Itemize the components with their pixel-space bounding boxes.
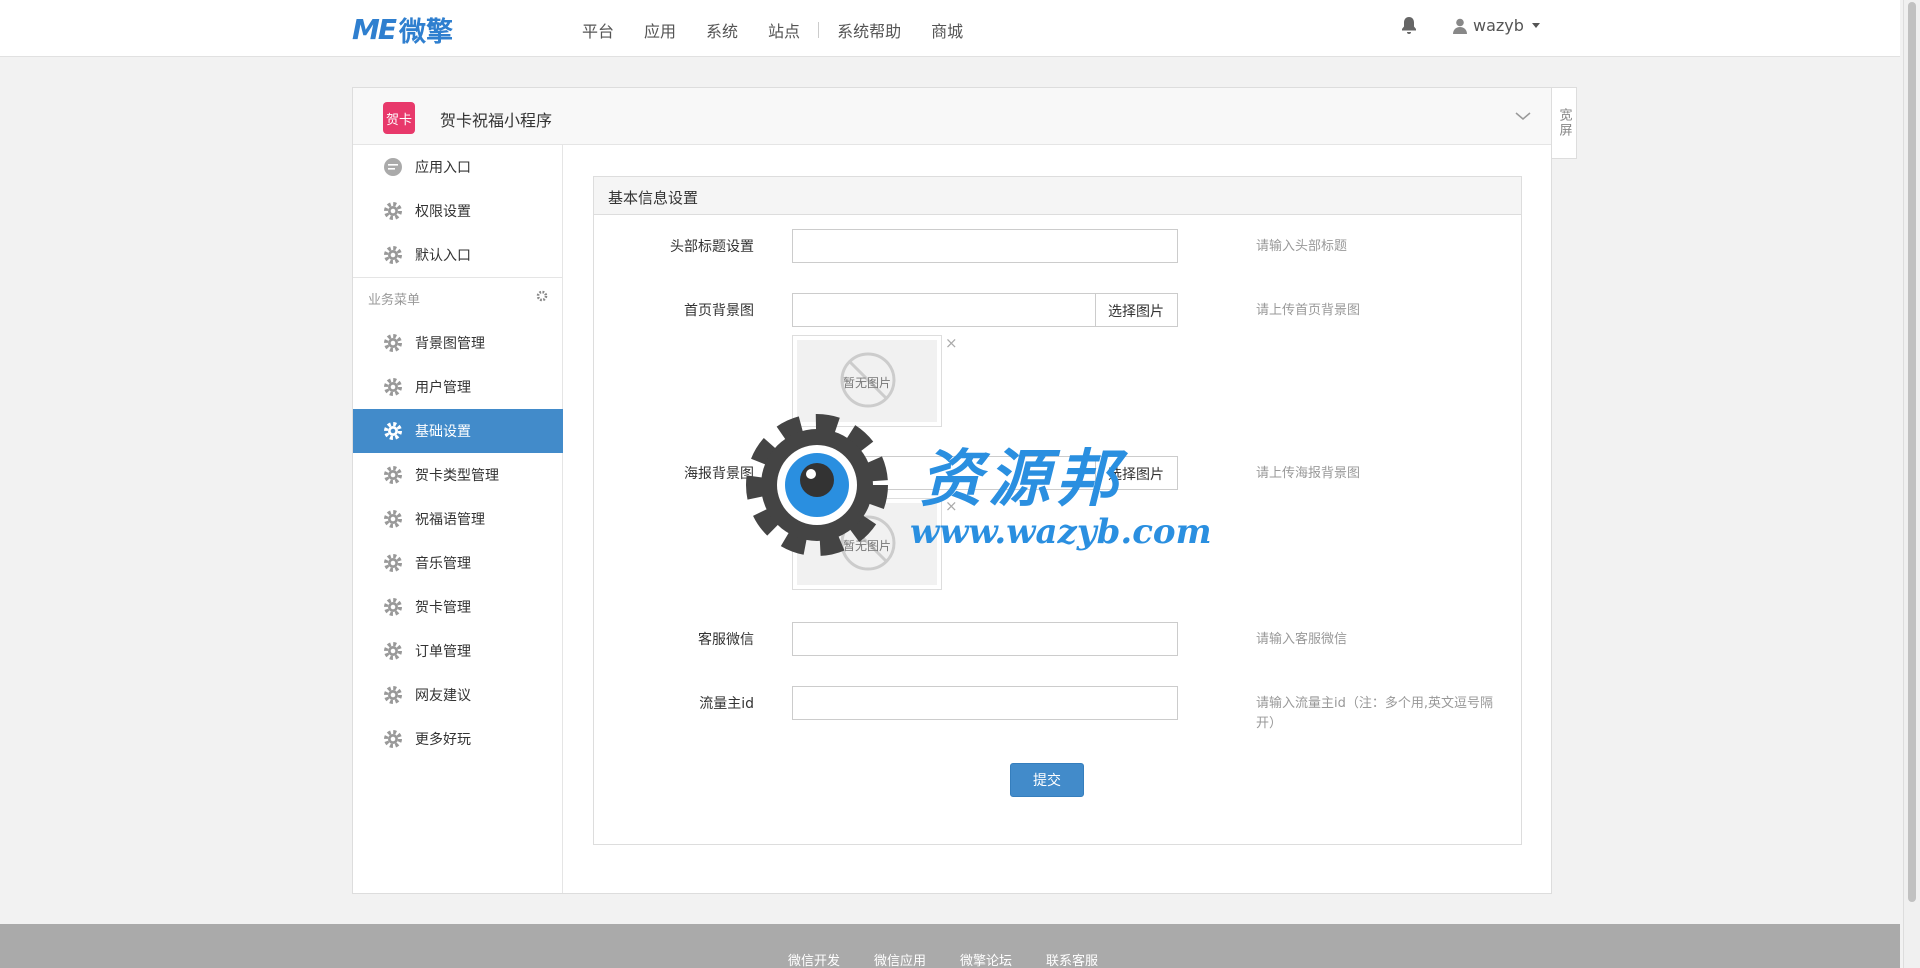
sidebar-item-label: 音乐管理 <box>415 556 471 572</box>
watermark-title: 资源邦 <box>920 442 1125 515</box>
widescreen-toggle[interactable]: 宽屏 <box>1552 87 1577 159</box>
sidebar-item-label: 背景图管理 <box>415 336 485 352</box>
poster-bg-hint: 请上传海报背景图 <box>1256 466 1361 481</box>
sidebar-item-basic-settings[interactable]: 基础设置 <box>353 409 563 453</box>
sidebar-item-app-entry[interactable]: 应用入口 <box>353 145 563 189</box>
app-header: 贺卡 贺卡祝福小程序 <box>353 88 1551 145</box>
gear-icon <box>384 466 402 484</box>
app-icon: 贺卡 <box>383 102 415 134</box>
caret-down-icon <box>1531 23 1540 28</box>
logo-mark: ME <box>352 12 397 46</box>
sidebar-item-orders[interactable]: 订单管理 <box>353 629 563 673</box>
sidebar-item-label: 权限设置 <box>415 204 471 220</box>
sidebar-item-more-fun[interactable]: 更多好玩 <box>353 717 563 761</box>
poster-bg-label: 海报背景图 <box>684 466 754 482</box>
nav-item-store[interactable]: 商城 <box>931 18 963 42</box>
header-title-hint: 请输入头部标题 <box>1256 239 1348 254</box>
sidebar: 应用入口 权限设置 默认入口 业务菜单 背景图管理 用户管理 基础设置 贺卡类型… <box>353 145 563 893</box>
gear-icon <box>384 686 402 704</box>
service-wechat-input[interactable] <box>792 622 1178 656</box>
gear-icon <box>384 246 402 264</box>
home-bg-select-button[interactable]: 选择图片 <box>1095 293 1178 327</box>
nav-item-system[interactable]: 系统 <box>706 18 738 42</box>
traffic-id-hint: 请输入流量主id（注：多个用,英文逗号隔开） <box>1256 696 1493 731</box>
header-title-input[interactable] <box>792 229 1178 263</box>
sidebar-group-label: 业务菜单 <box>368 293 421 308</box>
sidebar-item-cards[interactable]: 贺卡管理 <box>353 585 563 629</box>
nav-divider <box>818 22 820 38</box>
gear-icon <box>384 202 402 220</box>
gear-icon <box>384 422 402 440</box>
gear-icon <box>384 642 402 660</box>
gear-icon <box>384 730 402 748</box>
sidebar-item-label: 更多好玩 <box>415 732 471 748</box>
sidebar-item-permissions[interactable]: 权限设置 <box>353 189 563 233</box>
logo[interactable]: ME 微擎 <box>352 12 453 48</box>
sidebar-item-label: 祝福语管理 <box>415 512 485 528</box>
nav-item-apps[interactable]: 应用 <box>644 18 676 42</box>
sidebar-item-bg-manage[interactable]: 背景图管理 <box>353 321 563 365</box>
home-bg-hint: 请上传首页背景图 <box>1256 303 1361 318</box>
home-bg-input[interactable] <box>792 293 1096 327</box>
sidebar-item-label: 贺卡管理 <box>415 600 471 616</box>
nav-item-help[interactable]: 系统帮助 <box>837 18 901 42</box>
user-menu[interactable]: wazyb <box>1453 16 1540 35</box>
sidebar-item-card-types[interactable]: 贺卡类型管理 <box>353 453 563 497</box>
sidebar-item-default-entry[interactable]: 默认入口 <box>353 233 563 277</box>
user-icon <box>1453 18 1467 34</box>
gear-icon <box>384 378 402 396</box>
sidebar-item-label: 贺卡类型管理 <box>415 468 499 484</box>
bell-icon[interactable] <box>1400 16 1418 36</box>
sidebar-item-label: 基础设置 <box>415 424 471 440</box>
header-title-label: 头部标题设置 <box>670 239 754 255</box>
gear-icon <box>384 554 402 572</box>
footer-link-wechat-apps[interactable]: 微信应用 <box>874 950 926 968</box>
submit-button[interactable]: 提交 <box>1010 763 1084 797</box>
traffic-id-input[interactable] <box>792 686 1178 720</box>
sidebar-item-label: 默认入口 <box>415 248 471 264</box>
footer: 微信开发 微信应用 微擎论坛 联系客服 <box>0 924 1900 968</box>
logo-text: 微擎 <box>399 16 453 48</box>
watermark-gear-icon <box>746 414 888 556</box>
service-wechat-hint: 请输入客服微信 <box>1256 632 1348 647</box>
service-wechat-label: 客服微信 <box>698 632 754 648</box>
gear-icon <box>384 334 402 352</box>
remove-image-icon[interactable]: × <box>945 334 958 352</box>
no-image-text: 暂无图片 <box>842 376 891 390</box>
vertical-scrollbar[interactable] <box>1903 0 1920 968</box>
form-title: 基本信息设置 <box>594 177 1521 215</box>
footer-link-support[interactable]: 联系客服 <box>1046 950 1098 968</box>
sidebar-item-users[interactable]: 用户管理 <box>353 365 563 409</box>
sidebar-item-suggestions[interactable]: 网友建议 <box>353 673 563 717</box>
nav-item-site[interactable]: 站点 <box>768 18 800 42</box>
sidebar-item-music[interactable]: 音乐管理 <box>353 541 563 585</box>
scrollbar-thumb[interactable] <box>1908 2 1916 902</box>
sidebar-item-greetings[interactable]: 祝福语管理 <box>353 497 563 541</box>
nav-item-platform[interactable]: 平台 <box>582 18 614 42</box>
footer-links: 微信开发 微信应用 微擎论坛 联系客服 <box>788 950 1098 968</box>
gear-icon <box>384 598 402 616</box>
main-nav: 平台 应用 系统 站点 系统帮助 商城 <box>582 18 993 42</box>
sidebar-item-label: 订单管理 <box>415 644 471 660</box>
chat-icon <box>384 158 402 176</box>
gear-icon <box>384 510 402 528</box>
sidebar-divider <box>353 277 563 278</box>
home-bg-label: 首页背景图 <box>684 303 754 319</box>
app-title: 贺卡祝福小程序 <box>440 111 553 130</box>
traffic-id-label: 流量主id <box>699 696 754 712</box>
gear-icon[interactable] <box>536 290 548 302</box>
watermark-url: www.wazyb.com <box>910 512 1212 552</box>
footer-link-forum[interactable]: 微擎论坛 <box>960 950 1012 968</box>
sidebar-item-label: 用户管理 <box>415 380 471 396</box>
sidebar-item-label: 网友建议 <box>415 688 471 704</box>
footer-link-wechat-dev[interactable]: 微信开发 <box>788 950 840 968</box>
top-navbar: ME 微擎 平台 应用 系统 站点 系统帮助 商城 wazyb <box>0 0 1900 57</box>
username: wazyb <box>1473 16 1524 35</box>
chevron-down-icon[interactable] <box>1515 108 1531 124</box>
sidebar-item-label: 应用入口 <box>415 160 471 176</box>
